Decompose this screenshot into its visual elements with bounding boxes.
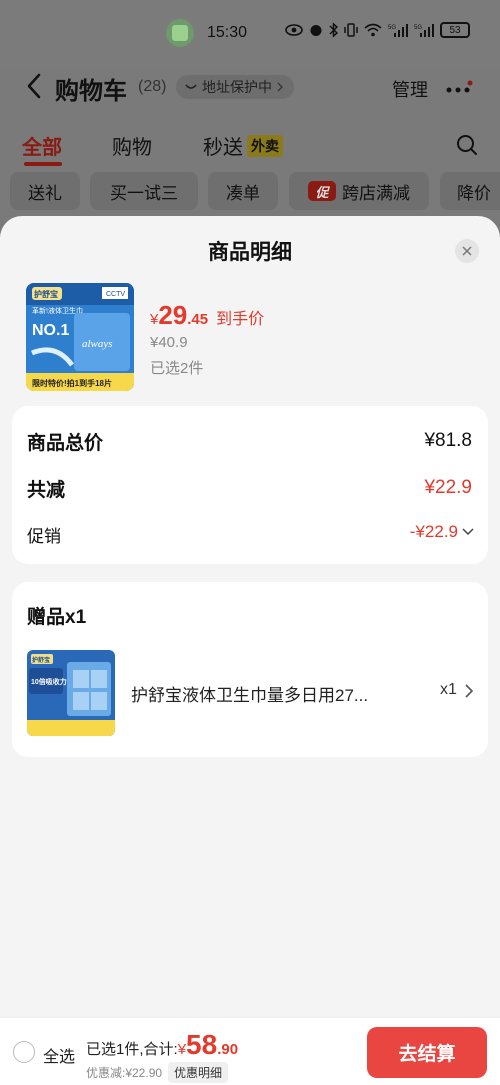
promo-value: -¥22.9 [409,522,458,541]
promo-label: 促销 [27,527,61,546]
chevron-down-icon [462,528,474,536]
cart-header: 购物车 (28) 地址保护中 管理 [0,66,500,110]
product-price: ¥ 29 .45 到手价 [150,300,264,331]
chip-label: 买一试三 [110,183,178,203]
total-integer: 58 [186,1029,218,1060]
gift-card: 赠品x1 护舒宝 10倍吸收力 护舒宝液体卫生巾量多日用27... x1 [12,582,488,757]
thumb-product: always [82,338,113,350]
price-symbol: ¥ [150,311,159,328]
tab-miaosong[interactable]: 秒送 外卖 [203,131,283,160]
cart-tabs: 全部 购物 秒送 外卖 [0,126,500,166]
checkout-bar: 全选 已选1件,合计: ¥ 58 .90 优惠减:¥22.90 优惠明细 去结算 [0,1017,500,1085]
close-icon [462,246,472,256]
app-notification-icon [166,19,194,47]
tab-shopping[interactable]: 购物 [112,131,152,160]
chip-cross-store[interactable]: 促跨店满减 [289,172,429,210]
tab-all[interactable]: 全部 [22,131,62,160]
svg-text:5G: 5G [388,25,396,31]
svg-text:5G: 5G [414,25,422,31]
tab-miaosong-label: 秒送 [203,137,243,159]
address-chip-label: 地址保护中 [202,79,272,95]
discount-detail-button[interactable]: 优惠明细 [168,1062,229,1083]
gift-qty: x1 [440,681,457,698]
selected-count: 已选2件 [150,360,204,377]
thumb-footer: 限时特价!拍1到手18片 [32,378,112,388]
total-price-value: ¥81.8 [424,430,472,451]
promo-badge: 促 [308,181,336,201]
chevron-right-icon[interactable] [464,683,474,699]
select-all-checkbox[interactable] [13,1041,35,1063]
price-note: 到手价 [216,311,265,328]
total-price-label: 商品总价 [27,433,104,454]
sheet-title: 商品明细 [208,241,292,264]
chip-coudan[interactable]: 凑单 [208,172,278,210]
chevron-right-icon [277,82,283,92]
product-thumbnail[interactable]: 护舒宝 CCTV 革新!液体卫生巾 NO.1 always 限时特价!拍1到手1… [26,283,134,391]
reduce-value: ¥22.9 [424,477,472,498]
total-decimal: .90 [217,1041,239,1058]
total-label: 已选1件,合计: [86,1041,178,1058]
cart-count: (28) [138,78,167,95]
gift-thumb-brand: 护舒宝 [32,656,50,664]
signal-5g-icon: 5G [414,24,434,37]
waimai-badge: 外卖 [247,135,283,157]
chip-gift[interactable]: 送礼 [10,172,80,210]
thumb-tag: CCTV [106,291,125,298]
checkout-button[interactable]: 去结算 [367,1027,487,1078]
chip-label: 降价 [457,183,491,203]
gift-title: 赠品x1 [27,607,87,628]
discount-line: 优惠减:¥22.90 优惠明细 [86,1062,229,1083]
select-all-label[interactable]: 全选 [43,1043,75,1067]
chip-try[interactable]: 买一试三 [90,172,198,210]
manage-button[interactable]: 管理 [392,76,428,102]
status-bar: 15:30 5G 5G 53 [0,0,500,66]
gift-thumbnail[interactable]: 护舒宝 10倍吸收力 [27,650,115,736]
filter-chips: 送礼 买一试三 凑单 促跨店满减 降价 [0,172,500,210]
eye-icon [285,24,303,36]
thumb-badge: NO.1 [32,322,69,339]
vibrate-icon [344,23,358,37]
page-title: 购物车 [55,78,127,105]
bluetooth-icon [329,22,338,38]
price-integer: 29 [158,300,188,330]
price-summary-card: 商品总价 ¥81.8 共减 ¥22.9 促销 -¥22.9 [12,406,488,564]
address-protect-chip[interactable]: 地址保护中 [176,75,294,99]
alarm-icon [310,25,322,36]
battery-icon: 53 [440,22,470,38]
chip-label: 跨店满减 [342,183,410,203]
original-price: ¥40.9 [150,334,188,351]
wifi-icon [364,23,382,37]
search-icon[interactable] [456,134,478,156]
close-button[interactable] [455,239,479,263]
promo-toggle[interactable]: -¥22.9 [410,522,474,542]
status-time: 15:30 [207,24,248,41]
gift-name[interactable]: 护舒宝液体卫生巾量多日用27... [131,681,401,706]
back-arrow-icon[interactable] [24,72,44,100]
gift-thumb-headline: 10倍吸收力 [31,677,67,686]
tab-active-underline [24,162,62,166]
status-icons: 5G 5G 53 [285,22,470,38]
chip-price-drop[interactable]: 降价 [440,172,500,210]
thumb-brand: 护舒宝 [34,289,58,299]
price-decimal: .45 [187,311,209,328]
chip-label: 凑单 [226,183,260,203]
more-icon[interactable] [445,80,475,96]
smile-icon [185,84,197,89]
signal-5g-icon: 5G [388,24,408,37]
total-symbol: ¥ [177,1041,187,1058]
total-line: 已选1件,合计: ¥ 58 .90 [86,1029,238,1061]
chip-label: 送礼 [28,183,62,203]
reduce-label: 共减 [27,480,66,501]
detail-sheet: 商品明细 护舒宝 CCTV 革新!液体卫生巾 NO.1 always 限时特价!… [0,216,500,1085]
thumb-headline: 革新!液体卫生巾 [32,306,83,315]
discount-text: 优惠减:¥22.90 [86,1066,163,1080]
